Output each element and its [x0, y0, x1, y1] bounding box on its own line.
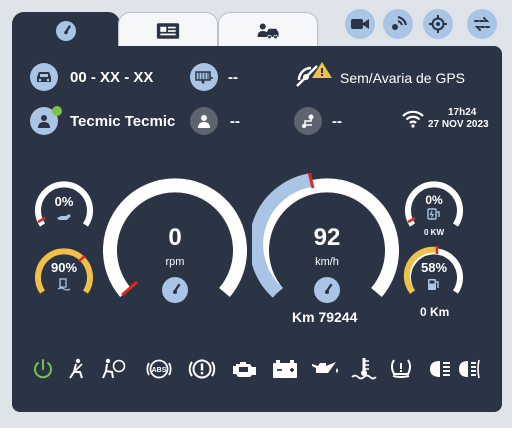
dashboard-panel: 00 - XX - XX -- Sem/Avaria de GPS Tecmic…	[12, 46, 502, 412]
fuel-gauge: 58%	[403, 246, 463, 294]
oil-gauge-value: 0%	[55, 194, 74, 209]
codriver-icon	[190, 107, 218, 135]
gps-fault-icon	[294, 60, 334, 92]
adblue-gauge: 90%	[35, 248, 93, 294]
wifi-icon	[402, 110, 424, 133]
driver-icon	[38, 115, 50, 128]
rpm-speedometer-icon	[162, 277, 188, 303]
electric-gauge-sub: 0 KW	[424, 228, 444, 237]
tracking-button[interactable]	[383, 9, 413, 39]
vehicle-icon	[30, 63, 58, 91]
speed-unit: km/h	[315, 256, 339, 268]
brake-warning-icon	[188, 359, 216, 379]
video-button[interactable]	[345, 9, 375, 39]
rpm-unit: rpm	[166, 256, 185, 268]
adblue-gauge-value: 90%	[51, 260, 77, 275]
engine-icon	[233, 362, 256, 377]
tracking-icon	[392, 16, 407, 30]
tab-driver-vehicle[interactable]	[218, 12, 318, 49]
oil-icon	[57, 214, 71, 220]
speed-gauge: 92 km/h	[252, 173, 399, 303]
routes-button[interactable]	[467, 9, 497, 39]
driver-vehicle-icon	[256, 19, 280, 43]
rpm-gauge: 0 rpm	[103, 178, 247, 303]
route-icon	[294, 107, 322, 135]
clock-date: 27 NOV 2023	[428, 119, 489, 130]
target-icon	[429, 15, 447, 33]
headlight-icon	[430, 361, 450, 377]
abs-icon: ABS	[146, 359, 172, 379]
oil-gauge: 0%	[35, 181, 93, 227]
speed-value: 92	[314, 224, 341, 251]
charging-icon	[427, 208, 440, 220]
fuel-pump-icon	[428, 279, 439, 290]
coolant-temperature-icon	[351, 358, 377, 380]
trailer-icon	[190, 63, 218, 91]
fuel-gauge-value: 58%	[421, 260, 447, 275]
codriver-value: --	[230, 113, 240, 130]
rpm-value: 0	[168, 224, 181, 251]
tire-pressure-icon	[391, 359, 411, 378]
seatbelt-icon	[69, 358, 83, 379]
target-button[interactable]	[423, 9, 453, 39]
power-icon	[34, 359, 52, 379]
routes-icon	[474, 17, 490, 31]
route-value: --	[332, 113, 342, 130]
svg-text:ABS: ABS	[152, 367, 167, 374]
oil-pressure-icon	[312, 362, 338, 373]
speedometer-icon	[54, 19, 78, 43]
tab-display[interactable]	[118, 12, 218, 49]
gps-status: Sem/Avaria de GPS	[340, 70, 466, 86]
airbag-icon	[102, 358, 126, 379]
video-icon	[351, 19, 369, 29]
electric-gauge-value: 0%	[425, 193, 443, 207]
fog-light-icon	[459, 359, 480, 379]
vehicle-plate: 00 - XX - XX	[70, 69, 154, 86]
odometer: Km 79244	[292, 309, 358, 325]
tab-dashboard[interactable]	[12, 12, 120, 49]
trailer-value: --	[228, 69, 238, 86]
speed-speedometer-icon	[314, 277, 340, 303]
driver-name: Tecmic Tecmic	[70, 113, 176, 130]
clock-time: 17h24	[448, 107, 477, 118]
fuel-range: 0 Km	[420, 305, 450, 319]
driver-online-dot	[52, 106, 62, 116]
battery-icon	[273, 360, 297, 378]
display-icon	[156, 19, 180, 43]
adblue-icon	[57, 278, 71, 291]
electric-gauge: 0% 0 KW	[405, 181, 463, 237]
